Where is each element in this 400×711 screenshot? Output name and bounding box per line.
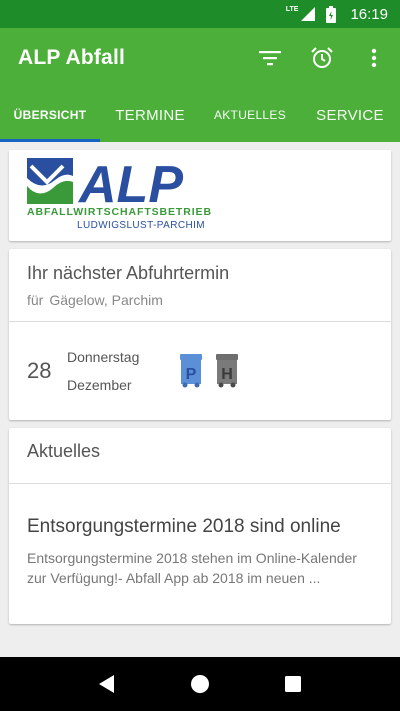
location-name: Gägelow, Parchim (49, 292, 163, 308)
news-title: Entsorgungstermine 2018 sind online (27, 516, 341, 537)
logo-subtitle: ABFALLWIRTSCHAFTSBETRIEB (27, 206, 212, 218)
battery-icon (326, 5, 337, 23)
pickup-weekday: Donnerstag (67, 349, 140, 365)
more-options-button[interactable] (348, 28, 400, 88)
paper-bin-icon: P (180, 354, 202, 388)
logo-word: ALP (77, 158, 183, 206)
household-bin-icon: H (216, 354, 238, 388)
home-circle-icon (190, 675, 209, 693)
tab-uebersicht[interactable]: ÜBERSICHT (0, 88, 100, 142)
logo-region: LUDWIGSLUST-PARCHIM (77, 220, 205, 231)
tab-service[interactable]: SERVICE (300, 88, 400, 142)
app-title: ALP Abfall (18, 46, 126, 69)
bin-letter: P (186, 366, 197, 383)
alp-logo: ALP (27, 158, 183, 206)
system-nav-bar (0, 657, 400, 711)
home-button[interactable] (180, 664, 220, 704)
alarm-button[interactable] (296, 28, 348, 88)
clock: 16:19 (350, 5, 388, 23)
tab-label: SERVICE (316, 106, 384, 124)
alarm-clock-icon (311, 47, 333, 68)
back-button[interactable] (87, 664, 127, 704)
recents-button[interactable] (273, 664, 313, 704)
network-type: LTE (285, 5, 299, 13)
pickup-day: 28 (27, 358, 52, 383)
tab-aktuelles[interactable]: AKTUELLES (200, 88, 300, 142)
more-vert-icon (371, 48, 377, 68)
next-pickup-date: 28 Donnerstag Dezember P H (9, 322, 391, 420)
filter-button[interactable] (244, 28, 296, 88)
next-pickup-card[interactable]: Ihr nächster Abfuhrtermin für Gägelow, Pa… (9, 249, 391, 420)
news-card[interactable]: Aktuelles Entsorgungstermine 2018 sind o… (9, 428, 391, 624)
news-excerpt: Entsorgungstermine 2018 stehen im Online… (27, 550, 357, 586)
next-pickup-header: Ihr nächster Abfuhrtermin für Gägelow, Pa… (9, 249, 391, 322)
back-triangle-icon (98, 675, 114, 693)
recents-square-icon (285, 676, 302, 692)
pickup-month: Dezember (67, 377, 132, 393)
app-bar: ALP Abfall (0, 28, 400, 88)
status-bar: LTE 16:19 (0, 0, 400, 28)
next-pickup-title: Ihr nächster Abfuhrtermin (27, 263, 230, 283)
news-heading: Aktuelles (9, 428, 391, 484)
bin-letter: H (221, 366, 233, 383)
filter-icon (259, 51, 281, 66)
location-prefix: für (27, 292, 44, 308)
bin-types: P H (179, 354, 239, 388)
tab-label: ÜBERSICHT (13, 108, 87, 122)
main-content: ALP ABFALLWIRTSCHAFTSBETRIEB LUDWIGSLUST… (0, 142, 400, 657)
tab-bar: ÜBERSICHT TERMINE AKTUELLES SERVICE (0, 88, 400, 142)
signal-icon (301, 7, 316, 21)
tab-termine[interactable]: TERMINE (100, 88, 200, 142)
tab-label: TERMINE (115, 106, 185, 124)
tab-label: AKTUELLES (213, 108, 287, 122)
logo-card: ALP ABFALLWIRTSCHAFTSBETRIEB LUDWIGSLUST… (9, 150, 391, 241)
next-pickup-location: für Gägelow, Parchim (27, 292, 373, 308)
